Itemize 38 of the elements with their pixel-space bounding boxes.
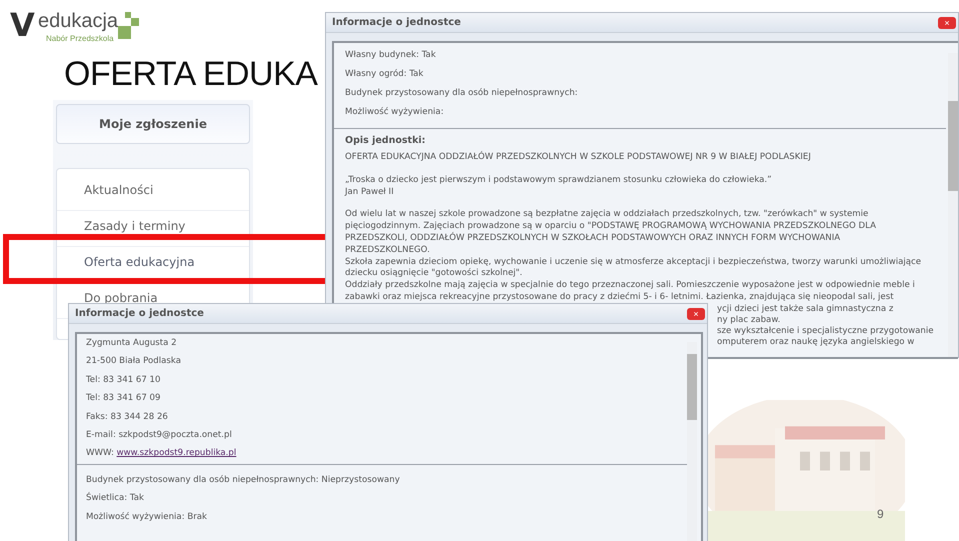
info-line: Własny ogród: Tak [345,68,424,81]
info-line: Budynek przystosowany dla osób niepełnosprawnych: [345,87,579,100]
info-line: Świetlica: Tak [86,491,145,506]
description-paragraph: OFERTA EDUKACYJNA ODDZIAŁÓW PRZEDSZKOLNYCH W SZKOLE PODSTAWOWEJ NR 9 W BIAŁEJ PODLASKIEJ [345,152,812,164]
page-number: 9 [877,507,884,521]
info-line: Faks: 83 344 28 26 [86,410,169,424]
logo-mark: V [10,6,35,44]
logo-name: edukacja [38,10,118,33]
section-heading: Opis jednostki: [345,135,426,146]
website-link[interactable]: www.szkpodst9.republika.pl [116,448,236,458]
close-button[interactable]: × [687,308,705,320]
info-label: WWW: [86,448,115,458]
text-fragment: sze wykształcenie i specjalistyczne przygotowanie [717,326,934,337]
menu-item[interactable]: Zasady i terminy [57,211,249,247]
info-line: Budynek przystosowany dla osób niepełnosprawnych: Nieprzystosowany [86,474,401,487]
my-application-button[interactable]: Moje zgłoszenie [56,104,250,144]
logo-tagline: Nabór Przedszkola [46,34,114,43]
menu-item[interactable]: Oferta edukacyjna [57,247,249,283]
text-fragment: ny plac zabaw. [717,314,782,326]
scrollbar[interactable] [687,342,697,541]
info-line: E-mail: szkpodst9@poczta.onet.pl [86,428,233,442]
text-fragment: omputerem oraz naukę języka angielskiego w [717,336,916,348]
window-title: Informacje o jednostce [332,17,461,28]
text-fragment: ycji dzieci jest także sala gimnastyczna z [717,304,894,315]
slide-title: OFERTA EDUKA [64,55,318,94]
info-line: Możliwość wyżywienia: [345,106,445,119]
description-paragraph: „Troska o dziecko jest pierwszym i podstawowym sprawdzianem stosunku człowieka do człowieka.” Jan Paweł II [345,174,773,198]
scrollbar[interactable] [948,53,958,357]
menu-item[interactable]: Aktualności [57,175,249,211]
info-line: Tel: 83 341 67 09 [86,392,162,406]
info-line: Tel: 83 341 67 10 [86,374,162,387]
info-line: 21-500 Biała Podlaska [86,355,182,368]
info-line: Zygmunta Augusta 2 [86,337,178,350]
info-line: Własny budynek: Tak [345,49,437,62]
info-line: Możliwość wyżywienia: Brak [86,510,208,524]
close-button[interactable]: × [938,16,956,28]
squares-icon [116,12,140,40]
window-title: Informacje o jednostce [75,308,204,319]
